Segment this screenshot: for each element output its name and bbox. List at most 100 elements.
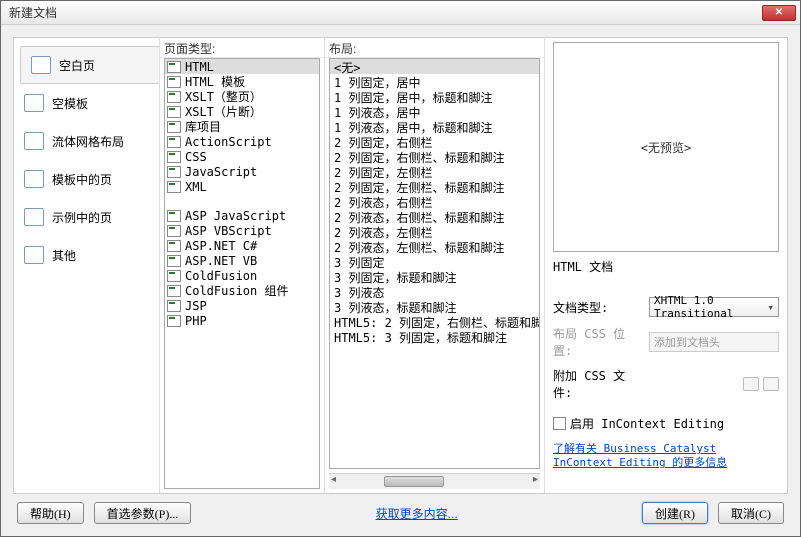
list-item[interactable]: <无> (330, 59, 539, 74)
sidebar-item-page-from-sample[interactable]: 示例中的页 (14, 198, 159, 236)
file-icon (167, 91, 181, 103)
file-icon (167, 106, 181, 118)
sidebar-item-blank-template[interactable]: 空模板 (14, 84, 159, 122)
layout-css-label: 布局 CSS 位置: (553, 325, 643, 359)
list-item[interactable]: 3 列液态 (330, 284, 539, 299)
list-item[interactable]: ASP.NET C# (165, 238, 319, 253)
layout-css-select: 添加到文档头 (649, 332, 779, 352)
sidebar-label: 空模板 (52, 95, 88, 112)
file-icon (167, 255, 181, 267)
preferences-button[interactable]: 首选参数(P)... (94, 502, 192, 524)
file-icon (167, 61, 181, 73)
file-icon (167, 151, 181, 163)
list-item[interactable]: HTML5: 2 列固定，右侧栏、标题和脚 (330, 314, 539, 329)
list-item[interactable]: 1 列固定，居中，标题和脚注 (330, 89, 539, 104)
list-item[interactable]: 2 列液态，右侧栏 (330, 194, 539, 209)
file-icon (167, 136, 181, 148)
create-button[interactable]: 创建(R) (642, 502, 708, 524)
list-item[interactable]: 1 列液态，居中 (330, 104, 539, 119)
list-item[interactable]: ASP VBScript (165, 223, 319, 238)
no-preview-text: <无预览> (641, 139, 691, 156)
file-icon (167, 121, 181, 133)
sidebar-label: 流体网格布局 (52, 133, 124, 150)
file-icon (167, 210, 181, 222)
list-item[interactable]: ASP JavaScript (165, 208, 319, 223)
file-icon (167, 285, 181, 297)
list-item[interactable]: JavaScript (165, 164, 319, 179)
list-item[interactable]: CSS (165, 149, 319, 164)
doctype-select[interactable]: XHTML 1.0 Transitional (649, 297, 779, 317)
sidebar-label: 模板中的页 (52, 171, 112, 188)
list-item[interactable]: ColdFusion 组件 (165, 283, 319, 298)
file-icon (167, 166, 181, 178)
layout-header: 布局: (325, 38, 544, 58)
page-type-list[interactable]: HTML HTML 模板 XSLT（整页） XSLT（片断） 库项目 Actio… (164, 58, 320, 489)
sidebar-item-other[interactable]: 其他 (14, 236, 159, 274)
page-icon (31, 56, 51, 74)
file-icon (167, 300, 181, 312)
other-icon (24, 246, 44, 264)
list-item[interactable]: XML (165, 179, 319, 194)
scrollbar-thumb[interactable] (384, 476, 444, 487)
ice-link[interactable]: 了解有关 Business Catalyst InContext Editing… (553, 442, 779, 471)
sample-icon (24, 208, 44, 226)
close-button[interactable]: ✕ (762, 5, 796, 21)
help-button[interactable]: 帮助(H) (17, 502, 84, 524)
titlebar: 新建文档 ✕ (1, 1, 800, 25)
sidebar-item-page-from-template[interactable]: 模板中的页 (14, 160, 159, 198)
list-item[interactable]: 库项目 (165, 119, 319, 134)
file-icon (167, 315, 181, 327)
list-item[interactable]: HTML (165, 59, 319, 74)
file-icon (167, 76, 181, 88)
list-item[interactable]: PHP (165, 313, 319, 328)
layout-list[interactable]: <无>1 列固定，居中1 列固定，居中，标题和脚注1 列液态，居中1 列液态，居… (329, 58, 540, 469)
sidebar-label: 示例中的页 (52, 209, 112, 226)
list-item[interactable]: 2 列固定，左侧栏、标题和脚注 (330, 179, 539, 194)
file-icon (167, 270, 181, 282)
attach-css-label: 附加 CSS 文件: (553, 367, 643, 401)
list-item[interactable]: XSLT（片断） (165, 104, 319, 119)
sidebar-label: 空白页 (59, 57, 95, 74)
list-item[interactable]: 2 列液态，左侧栏、标题和脚注 (330, 239, 539, 254)
list-item[interactable]: 3 列液态，标题和脚注 (330, 299, 539, 314)
template-icon (24, 94, 44, 112)
grid-icon (24, 132, 44, 150)
preview-box: <无预览> (553, 42, 779, 252)
sidebar-item-blank-page[interactable]: 空白页 (20, 46, 159, 84)
window-title: 新建文档 (5, 4, 762, 21)
list-item[interactable]: 2 列液态，左侧栏 (330, 224, 539, 239)
cancel-button[interactable]: 取消(C) (718, 502, 784, 524)
preview-caption: HTML 文档 (553, 258, 779, 275)
enable-ice-label: 启用 InContext Editing (570, 415, 724, 432)
list-item[interactable]: XSLT（整页） (165, 89, 319, 104)
file-icon (167, 225, 181, 237)
horizontal-scrollbar[interactable] (329, 473, 540, 489)
list-item[interactable]: 2 列液态，右侧栏、标题和脚注 (330, 209, 539, 224)
sidebar-label: 其他 (52, 247, 76, 264)
list-item[interactable]: 2 列固定，右侧栏 (330, 134, 539, 149)
list-item[interactable]: HTML 模板 (165, 74, 319, 89)
list-item[interactable]: ActionScript (165, 134, 319, 149)
list-item[interactable]: 2 列固定，右侧栏、标题和脚注 (330, 149, 539, 164)
file-icon (167, 240, 181, 252)
category-sidebar: 空白页 空模板 流体网格布局 模板中的页 示例中的页 其他 (14, 38, 159, 493)
link-css-icon[interactable] (743, 377, 759, 391)
enable-ice-checkbox[interactable] (553, 417, 566, 430)
browse-css-icon[interactable] (763, 377, 779, 391)
template-page-icon (24, 170, 44, 188)
list-item[interactable]: 3 列固定，标题和脚注 (330, 269, 539, 284)
sidebar-item-fluid-grid[interactable]: 流体网格布局 (14, 122, 159, 160)
list-item[interactable]: ASP.NET VB (165, 253, 319, 268)
close-icon: ✕ (775, 7, 783, 18)
page-type-header: 页面类型: (160, 38, 324, 58)
list-item[interactable]: 1 列固定，居中 (330, 74, 539, 89)
list-item[interactable]: HTML5: 3 列固定，标题和脚注 (330, 329, 539, 344)
list-item[interactable]: 1 列液态，居中，标题和脚注 (330, 119, 539, 134)
get-more-link[interactable]: 获取更多内容... (376, 505, 458, 522)
file-icon (167, 181, 181, 193)
doctype-label: 文档类型: (553, 299, 643, 316)
list-item[interactable]: 3 列固定 (330, 254, 539, 269)
list-item[interactable]: ColdFusion (165, 268, 319, 283)
list-item[interactable]: JSP (165, 298, 319, 313)
list-item[interactable]: 2 列固定，左侧栏 (330, 164, 539, 179)
